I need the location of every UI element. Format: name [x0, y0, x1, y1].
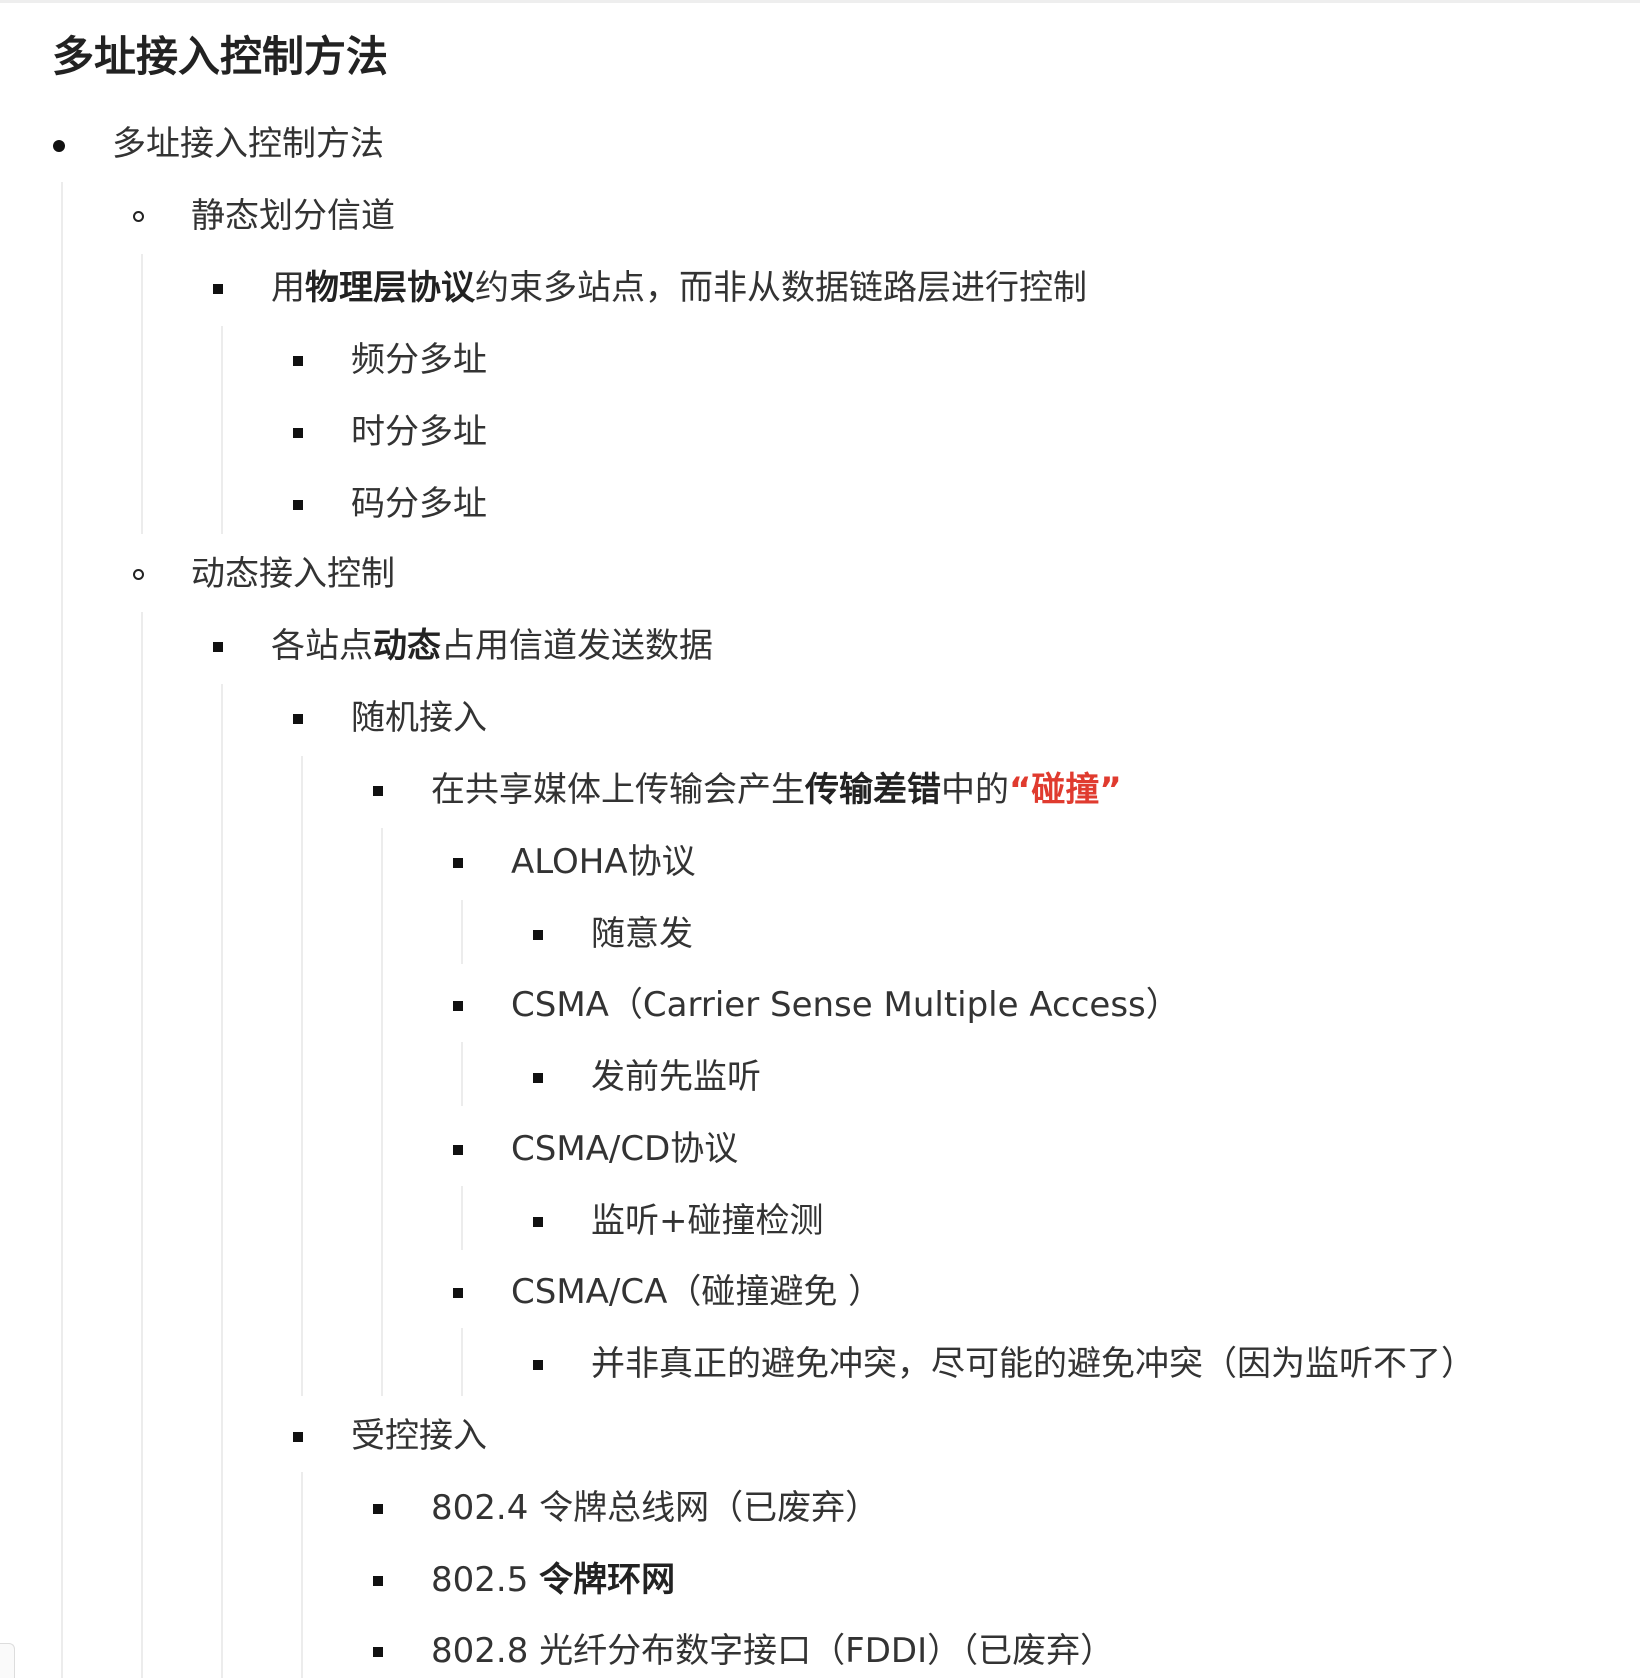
list-item-fdma: 频分多址 [351, 340, 487, 380]
list-item-tdma: 时分多址 [351, 412, 487, 452]
indent-guide [141, 612, 143, 1678]
list-item-802-4: 802.4 令牌总线网（已废弃） [431, 1488, 880, 1528]
list-item-csma: CSMA（Carrier Sense Multiple Access） [511, 985, 1180, 1025]
square-bullet-icon [293, 1432, 303, 1442]
corner-tab-icon[interactable] [0, 1643, 15, 1678]
page-title: 多址接入控制方法 [52, 32, 389, 81]
square-bullet-icon [453, 1145, 463, 1155]
indent-guide [461, 900, 463, 964]
square-bullet-icon [373, 1576, 383, 1586]
list-item-random-access: 随机接入 [351, 698, 487, 738]
list-item-static-desc: 用物理层协议约束多站点，而非从数据链路层进行控制 [271, 268, 1087, 308]
circle-bullet-icon [133, 211, 144, 222]
list-item-csma-cd-detail: 监听+碰撞检测 [591, 1201, 824, 1241]
square-bullet-icon [453, 1001, 463, 1011]
list-item-aloha-detail: 随意发 [591, 914, 693, 954]
list-item-dynamic-desc: 各站点动态占用信道发送数据 [271, 626, 713, 666]
square-bullet-icon [453, 858, 463, 868]
square-bullet-icon [533, 1217, 543, 1227]
list-item-l1: 多址接入控制方法 [112, 124, 384, 164]
list-item-random-desc: 在共享媒体上传输会产生传输差错中的“碰撞” [431, 770, 1122, 810]
list-item-802-5: 802.5 令牌环网 [431, 1560, 676, 1600]
list-item-802-8: 802.8 光纤分布数字接口（FDDI）（已废弃） [431, 1631, 1115, 1671]
list-item-aloha: ALOHA协议 [511, 842, 696, 882]
square-bullet-icon [453, 1288, 463, 1298]
indent-guide [141, 254, 143, 534]
square-bullet-icon [533, 1073, 543, 1083]
indent-guide [301, 756, 303, 1396]
top-border [0, 0, 1640, 3]
list-item-static: 静态划分信道 [191, 196, 395, 236]
indent-guide [221, 684, 223, 1678]
disc-bullet-icon [53, 140, 65, 152]
indent-guide [381, 828, 383, 1396]
square-bullet-icon [293, 714, 303, 724]
square-bullet-icon [533, 930, 543, 940]
collision-highlight: “碰撞” [1009, 770, 1122, 810]
square-bullet-icon [293, 356, 303, 366]
indent-guide [461, 1328, 463, 1396]
indent-guide [61, 182, 63, 1678]
list-item-cdma: 码分多址 [351, 484, 487, 524]
list-item-csma-ca-detail: 并非真正的避免冲突，尽可能的避免冲突（因为监听不了） [591, 1344, 1475, 1384]
square-bullet-icon [373, 1647, 383, 1657]
list-item-controlled-access: 受控接入 [351, 1416, 487, 1456]
square-bullet-icon [213, 284, 223, 294]
list-item-csma-detail: 发前先监听 [591, 1057, 761, 1097]
indent-guide [301, 1472, 303, 1678]
square-bullet-icon [293, 428, 303, 438]
square-bullet-icon [373, 786, 383, 796]
indent-guide [461, 1042, 463, 1106]
square-bullet-icon [373, 1504, 383, 1514]
list-item-csma-ca: CSMA/CA（碰撞避免 ） [511, 1272, 883, 1312]
circle-bullet-icon [133, 569, 144, 580]
indent-guide [221, 326, 223, 534]
list-item-csma-cd: CSMA/CD协议 [511, 1129, 739, 1169]
square-bullet-icon [533, 1360, 543, 1370]
indent-guide [461, 1186, 463, 1250]
square-bullet-icon [293, 500, 303, 510]
square-bullet-icon [213, 642, 223, 652]
list-item-dynamic: 动态接入控制 [191, 554, 395, 594]
